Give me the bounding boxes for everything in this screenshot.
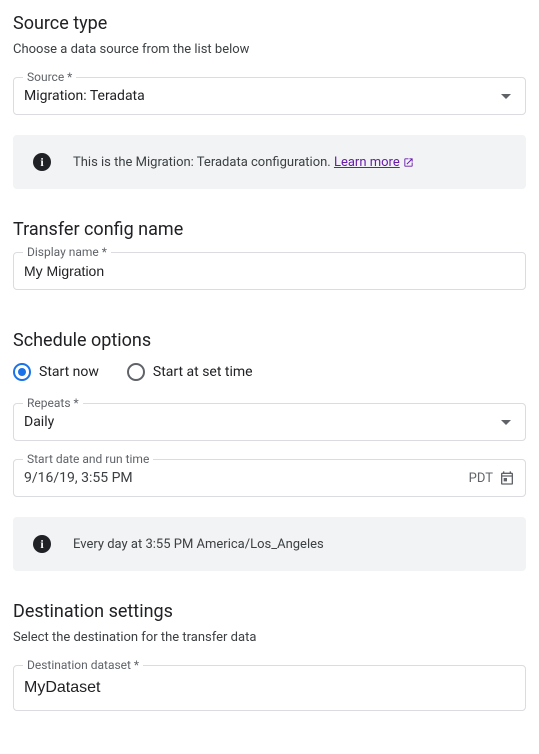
info-icon: i [33, 535, 51, 553]
display-name-field: Display name * [13, 252, 526, 290]
chevron-down-icon [501, 94, 511, 99]
info-icon: i [33, 153, 51, 171]
source-info-text: This is the Migration: Teradata configur… [73, 155, 414, 170]
transfer-config-section: Transfer config name Display name * [13, 219, 526, 290]
schedule-info-text: Every day at 3:55 PM America/Los_Angeles [73, 537, 324, 552]
timezone-label: PDT [469, 471, 493, 486]
repeats-field: Repeats * Daily [13, 403, 526, 441]
chevron-down-icon [501, 420, 511, 425]
radio-start-at-set-time[interactable]: Start at set time [127, 363, 253, 381]
source-field: Source * Migration: Teradata [13, 77, 526, 115]
learn-more-link[interactable]: Learn more [334, 155, 414, 170]
destination-section: Destination settings Select the destinat… [13, 601, 526, 711]
radio-icon-selected [13, 363, 31, 381]
transfer-config-title: Transfer config name [13, 219, 526, 240]
radio-start-now[interactable]: Start now [13, 363, 99, 381]
calendar-icon [499, 470, 515, 486]
destination-dataset-field: Destination dataset * [13, 665, 526, 711]
radio-icon-unselected [127, 363, 145, 381]
destination-title: Destination settings [13, 601, 526, 622]
display-name-label: Display name * [23, 245, 111, 259]
start-now-label: Start now [39, 364, 99, 380]
start-date-field: Start date and run time 9/16/19, 3:55 PM… [13, 459, 526, 497]
source-type-title: Source type [13, 13, 526, 34]
schedule-options-section: Schedule options Start now Start at set … [13, 330, 526, 571]
source-value: Migration: Teradata [24, 88, 145, 104]
source-label: Source * [23, 70, 76, 84]
repeats-value: Daily [24, 414, 54, 430]
external-link-icon [403, 157, 414, 168]
source-type-section: Source type Choose a data source from th… [13, 13, 526, 189]
start-date-value: 9/16/19, 3:55 PM [24, 470, 463, 486]
start-date-label: Start date and run time [23, 452, 153, 466]
destination-subtitle: Select the destination for the transfer … [13, 630, 526, 645]
schedule-radio-group: Start now Start at set time [13, 363, 526, 381]
display-name-input[interactable] [24, 263, 515, 279]
schedule-options-title: Schedule options [13, 330, 526, 351]
start-at-set-time-label: Start at set time [153, 364, 253, 380]
source-type-subtitle: Choose a data source from the list below [13, 42, 526, 57]
schedule-info-banner: i Every day at 3:55 PM America/Los_Angel… [13, 517, 526, 571]
destination-dataset-input[interactable] [24, 679, 515, 697]
source-info-banner: i This is the Migration: Teradata config… [13, 135, 526, 189]
source-select[interactable]: Migration: Teradata [13, 77, 526, 115]
destination-dataset-label: Destination dataset * [23, 658, 143, 672]
repeats-select[interactable]: Daily [13, 403, 526, 441]
repeats-label: Repeats * [23, 396, 83, 410]
